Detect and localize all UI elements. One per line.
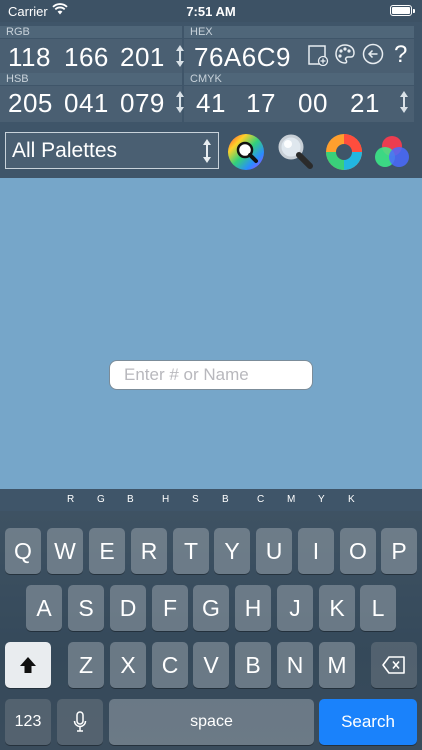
key-p[interactable]: P <box>381 528 417 574</box>
channel-g: G <box>97 494 105 505</box>
rgb-mix-icon[interactable] <box>372 132 412 172</box>
key-y[interactable]: Y <box>214 528 250 574</box>
hsb-h-value[interactable]: 205 <box>8 88 53 119</box>
search-key[interactable]: Search <box>319 699 417 745</box>
key-e[interactable]: E <box>89 528 125 574</box>
channel-c: C <box>257 494 265 505</box>
microphone-icon <box>73 711 87 732</box>
channel-k: K <box>348 494 355 505</box>
keyboard: Q W E R T Y U I O P A S D F G H J K L Z … <box>0 511 422 750</box>
chevron-updown-icon <box>203 139 211 163</box>
key-k[interactable]: K <box>319 585 355 631</box>
rgb-stepper-icon[interactable] <box>174 44 186 68</box>
key-d[interactable]: D <box>110 585 146 631</box>
channel-b2: B <box>222 494 229 505</box>
palette-icon[interactable] <box>334 43 356 65</box>
key-f[interactable]: F <box>152 585 188 631</box>
channel-r: R <box>67 494 75 505</box>
aperture-icon[interactable] <box>324 132 364 172</box>
key-j[interactable]: J <box>277 585 313 631</box>
key-u[interactable]: U <box>256 528 292 574</box>
cmyk-k-value[interactable]: 21 <box>350 88 380 119</box>
key-x[interactable]: X <box>110 642 146 688</box>
dictation-key[interactable] <box>57 699 103 745</box>
help-button[interactable]: ? <box>394 41 408 69</box>
color-values-panel: RGB HEX 118 166 201 76A6C9 ? HSB CMYK 20… <box>0 22 422 122</box>
key-o[interactable]: O <box>340 528 376 574</box>
channel-h: H <box>162 494 170 505</box>
rgb-r-value[interactable]: 118 <box>8 42 51 73</box>
key-m[interactable]: M <box>319 642 355 688</box>
key-r[interactable]: R <box>131 528 167 574</box>
key-g[interactable]: G <box>193 585 229 631</box>
palette-toolbar: All Palettes <box>0 124 422 178</box>
magnifier-icon[interactable] <box>275 132 315 172</box>
status-bar: Carrier 7:51 AM <box>0 0 422 22</box>
key-l[interactable]: L <box>360 585 396 631</box>
key-z[interactable]: Z <box>68 642 104 688</box>
cmyk-label: CMYK <box>184 73 414 85</box>
rgb-b-value[interactable]: 201 <box>120 42 165 73</box>
palette-selector-label: All Palettes <box>12 139 118 162</box>
channel-s: S <box>192 494 199 505</box>
back-arrow-icon[interactable] <box>362 43 384 65</box>
cmyk-y-value[interactable]: 00 <box>298 88 328 119</box>
key-q[interactable]: Q <box>5 528 41 574</box>
cmyk-stepper-icon[interactable] <box>398 90 410 114</box>
hex-label: HEX <box>184 26 414 38</box>
key-v[interactable]: V <box>193 642 229 688</box>
hsb-b-value[interactable]: 079 <box>120 88 165 119</box>
color-wheel-search-icon[interactable] <box>226 132 266 172</box>
numbers-key[interactable]: 123 <box>5 699 51 745</box>
cmyk-c-value[interactable]: 41 <box>196 88 226 119</box>
channel-y: Y <box>318 494 325 505</box>
key-h[interactable]: H <box>235 585 271 631</box>
shift-icon <box>20 657 36 673</box>
key-s[interactable]: S <box>68 585 104 631</box>
hsb-label: HSB <box>0 73 182 85</box>
rgb-label: RGB <box>0 26 182 38</box>
key-a[interactable]: A <box>26 585 62 631</box>
key-t[interactable]: T <box>173 528 209 574</box>
rgb-g-value[interactable]: 166 <box>64 42 109 73</box>
key-i[interactable]: I <box>298 528 334 574</box>
add-swatch-icon[interactable] <box>307 44 329 66</box>
key-b[interactable]: B <box>235 642 271 688</box>
channel-labels: R G B H S B C M Y K <box>0 489 422 511</box>
clock: 7:51 AM <box>186 4 236 19</box>
hsb-stepper-icon[interactable] <box>174 90 186 114</box>
shift-key[interactable] <box>5 642 51 688</box>
key-c[interactable]: C <box>152 642 188 688</box>
space-key[interactable]: space <box>109 699 314 745</box>
channel-b: B <box>127 494 134 505</box>
delete-key[interactable] <box>371 642 417 688</box>
palette-selector[interactable]: All Palettes <box>5 132 219 169</box>
cmyk-m-value[interactable]: 17 <box>246 88 276 119</box>
hex-value[interactable]: 76A6C9 <box>194 42 291 73</box>
color-name-input[interactable] <box>109 360 313 390</box>
delete-icon <box>382 656 405 674</box>
channel-m: M <box>287 494 296 505</box>
color-swatch <box>0 178 422 489</box>
hsb-s-value[interactable]: 041 <box>64 88 109 119</box>
key-n[interactable]: N <box>277 642 313 688</box>
battery-icon <box>390 5 415 16</box>
key-w[interactable]: W <box>47 528 83 574</box>
